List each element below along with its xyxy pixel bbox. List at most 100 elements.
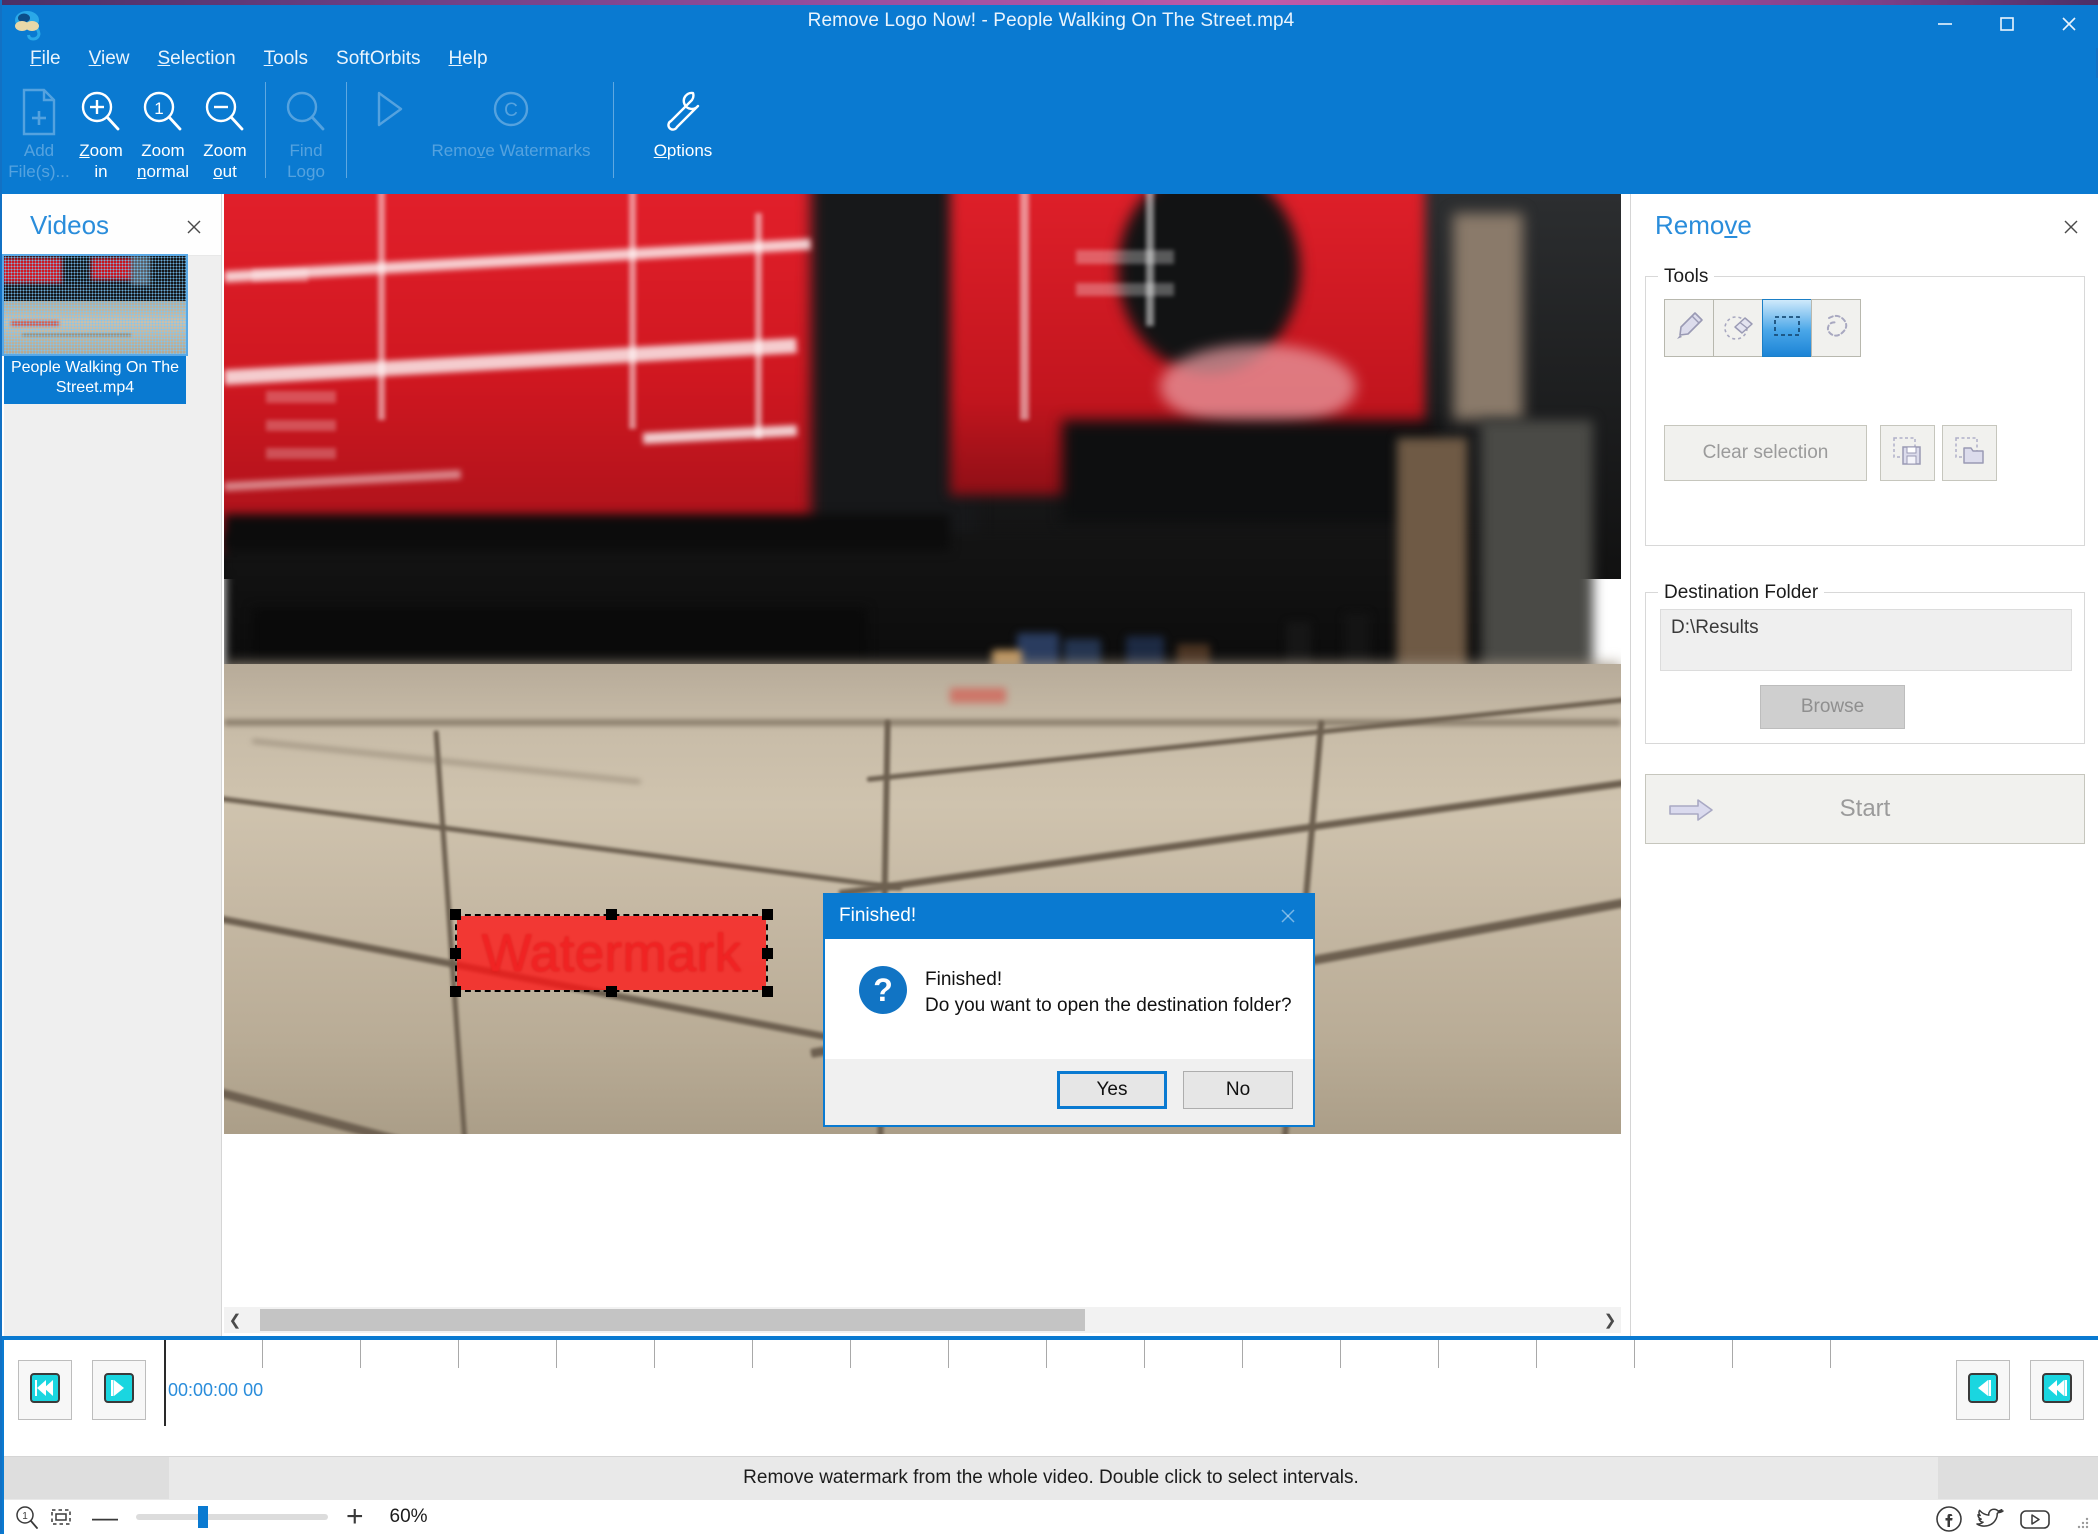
last-frame-button[interactable] <box>2030 1360 2084 1420</box>
minimize-button[interactable] <box>1914 0 1976 48</box>
handle-ne[interactable] <box>762 909 773 920</box>
close-button[interactable] <box>2038 0 2098 48</box>
ribbon-remove-watermarks-label: Remove Watermarks <box>431 141 591 160</box>
maximize-button[interactable] <box>1976 0 2038 48</box>
list-item[interactable]: People Walking On The Street.mp4 <box>2 254 188 404</box>
save-selection-icon <box>1891 434 1925 473</box>
handle-nw[interactable] <box>450 909 461 920</box>
menu-file[interactable]: File <box>16 45 75 73</box>
load-selection-icon <box>1953 434 1987 473</box>
dialog-title: Finished! <box>839 905 917 926</box>
dialog-body: ? Finished! Do you want to open the dest… <box>825 939 1313 1059</box>
handle-s[interactable] <box>606 986 617 997</box>
tool-lasso-button[interactable] <box>1811 299 1861 357</box>
ribbon-add-files-label: Add File(s)... <box>8 141 70 181</box>
remove-panel: Remove Tools Clear selection Destination… <box>1630 194 2098 1336</box>
ribbon-remove-watermarks-button[interactable]: C Remove Watermarks <box>418 78 604 186</box>
ribbon-zoom-normal-button[interactable]: 1 Zoom normal <box>132 78 194 186</box>
start-button[interactable]: Start <box>1645 774 2085 844</box>
ribbon-options-button[interactable]: Options <box>623 78 743 186</box>
video-thumbnail[interactable] <box>2 254 188 356</box>
twitter-icon[interactable] <box>1976 1504 2006 1534</box>
scroll-left-icon[interactable]: ❮ <box>224 1307 246 1333</box>
dialog-yes-button[interactable]: Yes <box>1057 1071 1167 1109</box>
zoom-in-button[interactable]: + <box>346 1502 364 1532</box>
zoom-slider[interactable] <box>136 1506 328 1528</box>
zoom-out-button[interactable]: — <box>92 1504 118 1530</box>
title-bar: Remove Logo Now! - People Walking On The… <box>2 0 2098 48</box>
remove-panel-close-icon[interactable] <box>2058 214 2084 240</box>
ribbon-find-logo-label: Find Logo <box>287 141 325 181</box>
zoom-one-icon[interactable]: 1 <box>14 1504 40 1530</box>
canvas-horizontal-scrollbar[interactable]: ❮ ❯ <box>224 1307 1621 1333</box>
zoom-level-label: 60% <box>389 1506 428 1527</box>
next-frame-button[interactable] <box>1956 1360 2010 1420</box>
ribbon-zoom-in-button[interactable]: Zoom in <box>70 78 132 186</box>
browse-button[interactable]: Browse <box>1760 685 1905 729</box>
tool-marker-button[interactable] <box>1664 299 1714 357</box>
destination-folder-group: Destination Folder D:\Results Browse <box>1645 582 2085 744</box>
svg-text:1: 1 <box>154 99 163 118</box>
handle-w[interactable] <box>450 948 461 959</box>
timeline-ruler[interactable]: 00:00:00 00 <box>164 1340 1938 1426</box>
first-frame-button[interactable] <box>18 1360 72 1420</box>
menu-softorbits[interactable]: SoftOrbits <box>322 45 434 73</box>
dialog-message-line1: Finished! <box>925 969 1003 990</box>
timeline-playhead[interactable] <box>164 1340 166 1426</box>
status-bar: Remove watermark from the whole video. D… <box>4 1456 2098 1500</box>
zoom-bar: 1 — + 60% <box>4 1500 2098 1534</box>
menu-bar: File View Selection Tools SoftOrbits Hel… <box>2 42 502 76</box>
menu-selection[interactable]: Selection <box>143 45 249 73</box>
menu-help[interactable]: Help <box>435 45 502 73</box>
tool-rectangle-button[interactable] <box>1762 299 1812 357</box>
previous-frame-button[interactable] <box>92 1360 146 1420</box>
list-item-label: People Walking On The Street.mp4 <box>4 354 186 404</box>
handle-sw[interactable] <box>450 986 461 997</box>
start-button-label: Start <box>1839 795 1891 822</box>
ribbon-add-files-button[interactable]: Add File(s)... <box>8 78 70 186</box>
menu-view[interactable]: View <box>75 45 144 73</box>
dialog-no-button[interactable]: No <box>1183 1071 1293 1109</box>
eraser-icon <box>1721 309 1755 348</box>
window-controls <box>1914 0 2098 48</box>
window-title: Remove Logo Now! - People Walking On The… <box>807 10 1295 31</box>
youtube-icon[interactable] <box>2018 1504 2052 1534</box>
ribbon-play-button[interactable] <box>356 78 418 186</box>
ribbon-find-logo-button[interactable]: Find Logo <box>275 78 337 186</box>
save-selection-button[interactable] <box>1880 425 1935 481</box>
dialog-message: Finished! Do you want to open the destin… <box>925 967 1292 1019</box>
destination-path-field[interactable]: D:\Results <box>1660 609 2072 671</box>
ribbon-zoom-out-button[interactable]: Zoom out <box>194 78 256 186</box>
videos-panel-close-icon[interactable] <box>181 214 207 240</box>
facebook-icon[interactable] <box>1934 1504 1964 1534</box>
timeline-bar: 00:00:00 00 <box>4 1336 2098 1456</box>
thumbnail-selection-overlay <box>4 256 186 354</box>
preview-area: Watermark ❮ ❯ <box>224 194 1630 1336</box>
watermark-selection[interactable]: Watermark <box>450 909 773 997</box>
fit-to-window-icon[interactable] <box>48 1504 74 1530</box>
svg-text:1: 1 <box>22 1511 28 1522</box>
step-back-icon <box>102 1371 136 1410</box>
add-file-icon <box>18 84 60 140</box>
resize-grip[interactable] <box>2076 1516 2090 1530</box>
social-links <box>1934 1504 2052 1534</box>
selection-marquee <box>455 914 768 992</box>
scroll-right-icon[interactable]: ❯ <box>1599 1307 1621 1333</box>
videos-panel: Videos People Walking On The Street.mp4 <box>2 194 222 1336</box>
scrollbar-track[interactable] <box>246 1307 1599 1333</box>
handle-e[interactable] <box>762 948 773 959</box>
menu-tools[interactable]: Tools <box>250 45 322 73</box>
zoom-slider-thumb[interactable] <box>198 1506 208 1528</box>
videos-panel-title: Videos <box>30 210 110 240</box>
handle-se[interactable] <box>762 986 773 997</box>
load-selection-button[interactable] <box>1942 425 1997 481</box>
dialog-close-icon[interactable] <box>1273 903 1303 929</box>
clear-selection-button[interactable]: Clear selection <box>1664 425 1867 481</box>
tool-eraser-button[interactable] <box>1713 299 1763 357</box>
copyright-icon: C <box>488 84 534 140</box>
handle-n[interactable] <box>606 909 617 920</box>
play-icon <box>364 84 410 140</box>
ribbon-separator-2 <box>346 82 347 178</box>
zoom-normal-icon: 1 <box>140 84 186 140</box>
scrollbar-thumb[interactable] <box>260 1309 1085 1331</box>
